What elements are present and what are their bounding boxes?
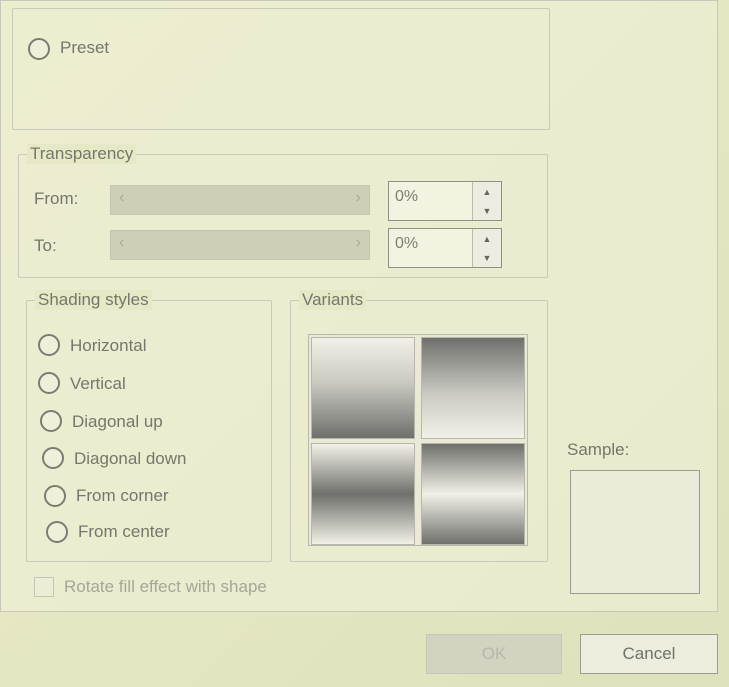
from-slider[interactable]: ‹ › <box>110 185 370 215</box>
chevron-left-icon[interactable]: ‹ <box>119 234 124 252</box>
from-label: From: <box>34 189 79 208</box>
variant-2[interactable] <box>421 337 525 439</box>
variant-4[interactable] <box>421 443 525 545</box>
from-value[interactable]: 0% <box>395 188 418 206</box>
sample-label: Sample: <box>567 440 630 459</box>
horizontal-label: Horizontal <box>70 336 147 355</box>
to-spin-buttons[interactable]: ▲ ▼ <box>472 229 501 267</box>
to-value[interactable]: 0% <box>395 235 418 253</box>
colors-group <box>12 8 550 130</box>
rotate-checkbox-label: Rotate fill effect with shape <box>64 577 267 596</box>
variant-1[interactable] <box>311 337 415 439</box>
from-corner-radio[interactable] <box>44 485 66 507</box>
vertical-label: Vertical <box>70 374 126 393</box>
rotate-checkbox[interactable] <box>34 577 54 597</box>
variants-grid <box>308 334 528 546</box>
from-corner-label: From corner <box>76 486 169 505</box>
chevron-right-icon[interactable]: › <box>356 234 361 252</box>
diagonal-down-radio[interactable] <box>42 447 64 469</box>
to-label: To: <box>34 236 57 255</box>
chevron-left-icon[interactable]: ‹ <box>119 189 124 207</box>
to-spinner[interactable]: 0% ▲ ▼ <box>388 228 502 268</box>
shading-styles-legend: Shading styles <box>35 290 152 310</box>
cancel-button[interactable]: Cancel <box>580 634 718 674</box>
to-slider[interactable]: ‹ › <box>110 230 370 260</box>
from-spin-buttons[interactable]: ▲ ▼ <box>472 182 501 220</box>
spin-down-icon[interactable]: ▼ <box>473 201 501 220</box>
preset-label: Preset <box>60 38 110 57</box>
diagonal-down-label: Diagonal down <box>74 449 187 468</box>
chevron-right-icon[interactable]: › <box>356 189 361 207</box>
spin-down-icon[interactable]: ▼ <box>473 248 501 267</box>
diagonal-up-radio[interactable] <box>40 410 62 432</box>
from-center-label: From center <box>78 522 170 541</box>
variants-legend: Variants <box>299 290 367 310</box>
transparency-legend: Transparency <box>27 144 137 164</box>
variant-3[interactable] <box>311 443 415 545</box>
ok-button[interactable]: OK <box>426 634 562 674</box>
sample-preview <box>570 470 700 594</box>
diagonal-up-label: Diagonal up <box>72 412 163 431</box>
spin-up-icon[interactable]: ▲ <box>473 229 501 248</box>
vertical-radio[interactable] <box>38 372 60 394</box>
horizontal-radio[interactable] <box>38 334 60 356</box>
from-center-radio[interactable] <box>46 521 68 543</box>
preset-radio[interactable] <box>28 38 50 60</box>
spin-up-icon[interactable]: ▲ <box>473 182 501 201</box>
from-spinner[interactable]: 0% ▲ ▼ <box>388 181 502 221</box>
